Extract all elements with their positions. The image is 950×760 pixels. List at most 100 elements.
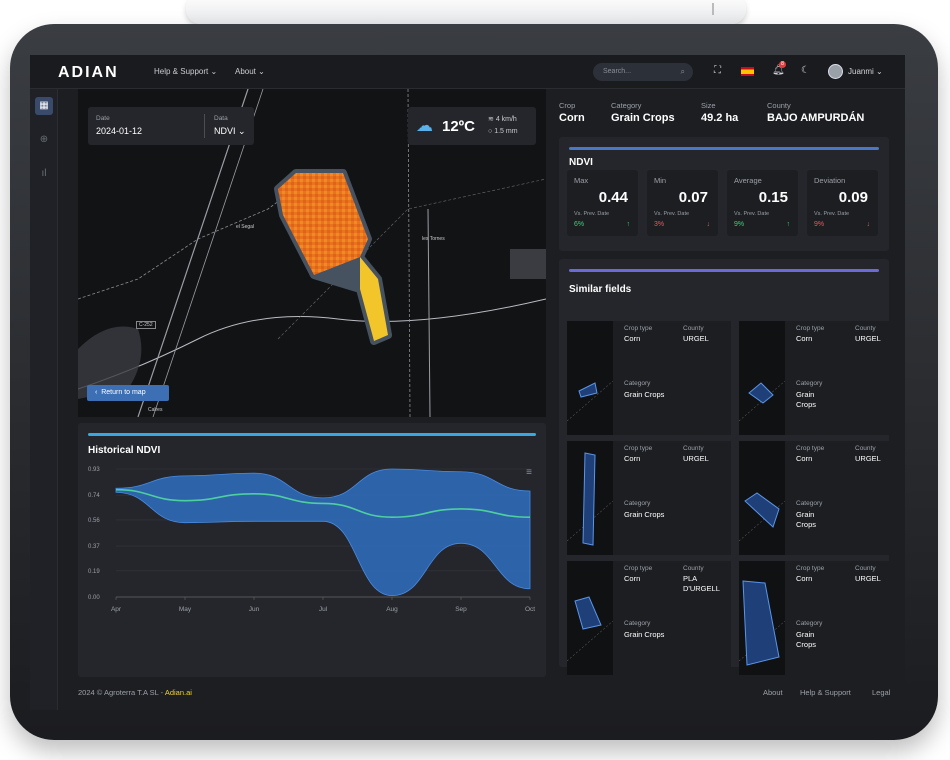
stat-change: 3% <box>654 221 665 228</box>
data-label: Data <box>214 115 228 122</box>
user-menu[interactable]: Juanmi ⌄ <box>848 67 883 76</box>
category-label: Category <box>611 101 642 110</box>
crop-type-label: Crop type <box>796 565 825 572</box>
y-tick-label: 0.00 <box>88 595 100 601</box>
similar-field-card[interactable]: Crop type Corn County URGEL Category Grain Cr… <box>739 321 903 435</box>
date-input[interactable]: 2024-01-12 <box>96 126 142 136</box>
crop-type-value: Corn <box>624 454 641 463</box>
category-label: Category <box>624 500 651 507</box>
category-value: Grain Crops <box>611 112 675 124</box>
ndvi-chart: 0.93 0.74 0.56 0.37 0.19 0.00 Apr May Jun Jul Aug S… <box>88 467 535 613</box>
search-input[interactable]: Search... ⌕ <box>593 63 693 81</box>
stat-min: Min 0.07 Vs. Prev. Date 3% ↓ <box>647 170 718 236</box>
crop-type-label: Crop type <box>624 445 653 452</box>
avatar[interactable] <box>828 64 843 79</box>
language-flag-icon[interactable] <box>741 67 754 76</box>
weather-widget: ☁ 12ºC ≋ 4 km/h ○ 1.5 mm <box>408 107 536 145</box>
arrow-up-icon: ↑ <box>786 221 791 228</box>
x-tick-label: Jun <box>249 606 260 613</box>
crop-value: Corn <box>559 112 585 124</box>
arrow-down-icon: ↓ <box>706 221 711 228</box>
return-label: Return to map <box>101 389 146 396</box>
category-value: Grain Crops <box>796 390 817 409</box>
arrow-down-icon: ↓ <box>866 221 871 228</box>
nav-about[interactable]: About ⌄ <box>235 67 265 76</box>
notification-badge: 8 <box>779 61 786 68</box>
stat-label: Deviation <box>814 176 846 185</box>
return-to-map-button[interactable]: ‹ Return to map <box>87 385 169 401</box>
arrow-up-icon: ↑ <box>626 221 631 228</box>
rainfall: 1.5 mm <box>494 128 518 135</box>
category-label: Category <box>624 620 651 627</box>
stat-value: 0.07 <box>678 189 708 206</box>
crop-type-label: Crop type <box>796 325 825 332</box>
dark-mode-moon-icon[interactable]: ☾ <box>801 65 810 76</box>
wind-icon: ≋ <box>488 116 496 123</box>
category-label: Category <box>796 620 823 627</box>
category-label: Category <box>796 500 823 507</box>
similar-field-card[interactable]: Crop type Corn County URGEL Category Grain Cr… <box>567 321 731 435</box>
x-tick-label: Apr <box>111 606 122 613</box>
y-tick-label: 0.74 <box>88 493 100 499</box>
similar-field-card[interactable]: Crop type Corn County URGEL Category Grain Cr… <box>739 441 903 555</box>
county-value: BAJO AMPURDÁN <box>767 112 865 124</box>
county-value: URGEL <box>683 454 709 463</box>
similar-field-card[interactable]: Crop type Corn County PLA D'URGELL Category G… <box>567 561 731 675</box>
search-icon: ⌕ <box>680 67 685 76</box>
crop-type-label: Crop type <box>796 445 825 452</box>
county-label: County <box>683 445 704 452</box>
wind-speed: 4 km/h <box>495 116 517 123</box>
field-thumbnail <box>739 561 785 675</box>
x-tick-label: Sep <box>455 606 467 613</box>
dashboard-grid-icon[interactable]: ▦ <box>35 97 53 115</box>
temperature: 12ºC <box>442 118 475 135</box>
date-data-selector: Date 2024-01-12 Data NDVI ⌄ <box>88 107 254 145</box>
map-label-place1: el Segal <box>236 224 255 230</box>
county-value: URGEL <box>855 574 881 583</box>
app-logo[interactable]: ADIAN <box>58 64 119 82</box>
data-select[interactable]: NDVI ⌄ <box>214 126 246 137</box>
footer-copyright: 2024 © Agroterra T.A SL - Adian.ai <box>78 688 192 697</box>
y-tick-label: 0.93 <box>88 467 100 473</box>
fullscreen-icon[interactable]: ⛶ <box>714 65 721 76</box>
chart-title: Historical NDVI <box>88 445 161 456</box>
stylus-pencil <box>186 0 746 24</box>
crop-type-value: Corn <box>624 574 641 583</box>
nav-help-support[interactable]: Help & Support ⌄ <box>154 67 217 76</box>
stat-max: Max 0.44 Vs. Prev. Date 6% ↑ <box>567 170 638 236</box>
ndvi-title: NDVI <box>569 157 593 168</box>
x-tick-label: Jul <box>319 606 328 613</box>
field-thumbnail <box>739 441 785 555</box>
stat-prev-label: Vs. Prev. Date <box>574 211 610 217</box>
field-map[interactable]: el Segal les Tornes C-252 Calres Date 20… <box>78 89 546 417</box>
map-label-place3: Calres <box>148 407 163 413</box>
card-accent-bar <box>88 433 536 436</box>
footer-legal-link[interactable]: Legal <box>872 688 890 697</box>
category-value: Grain Crops <box>796 510 817 529</box>
field-thumbnail <box>739 321 785 435</box>
stat-change: 6% <box>574 221 585 228</box>
footer-about-link[interactable]: About <box>763 688 783 697</box>
historical-ndvi-card: Historical NDVI ≡ 0.93 0.74 0.56 0.37 0.19 0.… <box>78 423 546 677</box>
field-thumbnail <box>567 321 613 435</box>
search-placeholder: Search... <box>603 68 632 75</box>
copyright-text: 2024 © Agroterra T.A SL - <box>78 688 165 697</box>
similar-field-card[interactable]: Crop type Corn County URGEL Category Grain Cr… <box>567 441 731 555</box>
county-label: County <box>767 101 791 110</box>
sidebar: ▦ ⊕ ıl <box>30 89 58 710</box>
bar-chart-icon[interactable]: ıl <box>35 165 53 183</box>
brand-link[interactable]: Adian.ai <box>165 688 192 697</box>
county-label: County <box>855 565 876 572</box>
target-icon[interactable]: ⊕ <box>35 131 53 149</box>
footer-help-link[interactable]: Help & Support <box>800 688 851 697</box>
crop-type-value: Corn <box>796 454 813 463</box>
crop-type-value: Corn <box>796 574 813 583</box>
category-value: Grain Crops <box>624 630 665 639</box>
crop-type-label: Crop type <box>624 325 653 332</box>
similar-field-card[interactable]: Crop type Corn County URGEL Category Grain Cr… <box>739 561 903 675</box>
size-value: 49.2 ha <box>701 112 739 124</box>
stat-value: 0.44 <box>598 189 628 206</box>
date-label: Date <box>96 115 110 122</box>
x-tick-label: Oct <box>525 606 535 613</box>
divider <box>204 114 205 138</box>
